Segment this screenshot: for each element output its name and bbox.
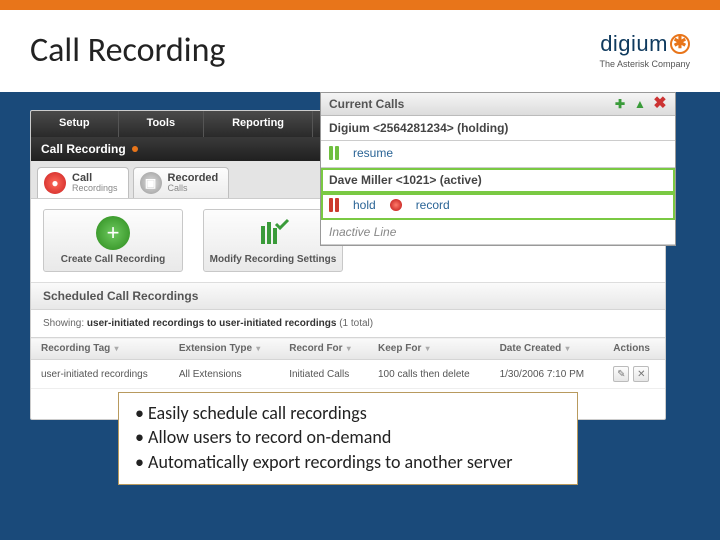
call-controls-active: hold record: [321, 193, 675, 220]
panel-heading: Scheduled Call Recordings: [31, 283, 665, 310]
showing-summary: Showing: user-initiated recordings to us…: [31, 310, 665, 337]
sort-icon: ▾: [112, 344, 118, 353]
action-label: Create Call Recording: [48, 254, 178, 265]
cassette-icon: ▣: [140, 172, 162, 194]
edit-button[interactable]: ✎: [613, 366, 629, 382]
breadcrumb-label: Call Recording: [41, 142, 126, 156]
col-date-created[interactable]: Date Created ▾: [490, 338, 604, 360]
record-dot-icon: [390, 199, 402, 211]
content-area: Setup Tools Reporting Call Recording ● C…: [0, 92, 720, 440]
record-link[interactable]: record: [416, 198, 450, 212]
col-extension-type[interactable]: Extension Type ▾: [169, 338, 279, 360]
logo-tagline: The Asterisk Company: [599, 59, 690, 69]
sort-icon: ▾: [423, 344, 429, 353]
create-call-recording-button[interactable]: + Create Call Recording: [43, 209, 183, 272]
accent-bar: [0, 0, 720, 10]
showing-prefix: Showing:: [43, 318, 84, 329]
call-row-active[interactable]: Dave Miller <1021> (active): [321, 168, 675, 193]
recordings-table: Recording Tag ▾ Extension Type ▾ Record …: [31, 337, 665, 389]
cell-ext: All Extensions: [169, 360, 279, 389]
cell-date: 1/30/2006 7:10 PM: [490, 360, 604, 389]
showing-range: user-initiated recordings to user-initia…: [87, 318, 337, 329]
col-keep-for[interactable]: Keep For ▾: [368, 338, 490, 360]
delete-button[interactable]: ✕: [633, 366, 649, 382]
popover-title: Current Calls: [329, 97, 404, 111]
call-label: Dave Miller <1021> (active): [329, 173, 482, 187]
slide: Call Recording digium ✱ The Asterisk Com…: [0, 0, 720, 540]
col-record-for[interactable]: Record For ▾: [279, 338, 368, 360]
call-label: Digium <2564281234> (holding): [329, 121, 508, 135]
action-label: Modify Recording Settings: [208, 254, 338, 265]
brand-logo: digium ✱ The Asterisk Company: [599, 31, 690, 69]
inactive-line-row: Inactive Line: [321, 220, 675, 245]
col-recording-tag[interactable]: Recording Tag ▾: [31, 338, 169, 360]
pause-bars-icon: [329, 198, 339, 212]
breadcrumb-dot-icon: [132, 146, 138, 152]
record-icon: ●: [44, 172, 66, 194]
asterisk-icon: ✱: [670, 34, 690, 54]
close-icon[interactable]: ✖: [653, 97, 667, 111]
sort-icon: ▾: [345, 344, 351, 353]
plus-icon: +: [96, 216, 130, 250]
bullet-item: • Automatically export recordings to ano…: [135, 450, 561, 474]
resume-link[interactable]: resume: [353, 146, 393, 160]
col-actions: Actions: [603, 338, 665, 360]
sort-icon: ▾: [563, 344, 569, 353]
tab-sub: Calls: [168, 184, 219, 193]
sort-icon: ▾: [254, 344, 260, 353]
current-calls-panel: Current Calls ✚ ▲ ✖ Digium <2564281234> …: [320, 92, 676, 246]
popover-header: Current Calls ✚ ▲ ✖: [321, 93, 675, 116]
showing-total: (1 total): [339, 318, 373, 329]
add-icon[interactable]: ✚: [613, 97, 627, 111]
menu-reporting[interactable]: Reporting: [204, 111, 313, 137]
pause-bars-icon: [329, 146, 339, 160]
tab-call-recordings[interactable]: ● Call Recordings: [37, 167, 129, 198]
cell-tag: user-initiated recordings: [31, 360, 169, 389]
bullet-callout: • Easily schedule call recordings • Allo…: [118, 392, 578, 485]
menu-tools[interactable]: Tools: [119, 111, 205, 137]
table-row: user-initiated recordings All Extensions…: [31, 360, 665, 389]
tab-recorded-calls[interactable]: ▣ Recorded Calls: [133, 167, 230, 198]
logo-text: digium: [600, 31, 668, 57]
table-header-row: Recording Tag ▾ Extension Type ▾ Record …: [31, 338, 665, 360]
call-controls-holding: resume: [321, 141, 675, 168]
title-area: Call Recording digium ✱ The Asterisk Com…: [0, 10, 720, 92]
call-row-holding[interactable]: Digium <2564281234> (holding): [321, 116, 675, 141]
expand-icon[interactable]: ▲: [633, 97, 647, 111]
cell-record-for: Initiated Calls: [279, 360, 368, 389]
page-title: Call Recording: [30, 30, 225, 71]
menu-setup[interactable]: Setup: [31, 111, 119, 137]
hold-link[interactable]: hold: [353, 198, 376, 212]
equalizer-check-icon: [256, 216, 290, 250]
tab-sub: Recordings: [72, 184, 118, 193]
cell-keep-for: 100 calls then delete: [368, 360, 490, 389]
bullet-item: • Allow users to record on-demand: [135, 425, 561, 449]
bullet-item: • Easily schedule call recordings: [135, 401, 561, 425]
cell-actions: ✎ ✕: [603, 360, 665, 389]
